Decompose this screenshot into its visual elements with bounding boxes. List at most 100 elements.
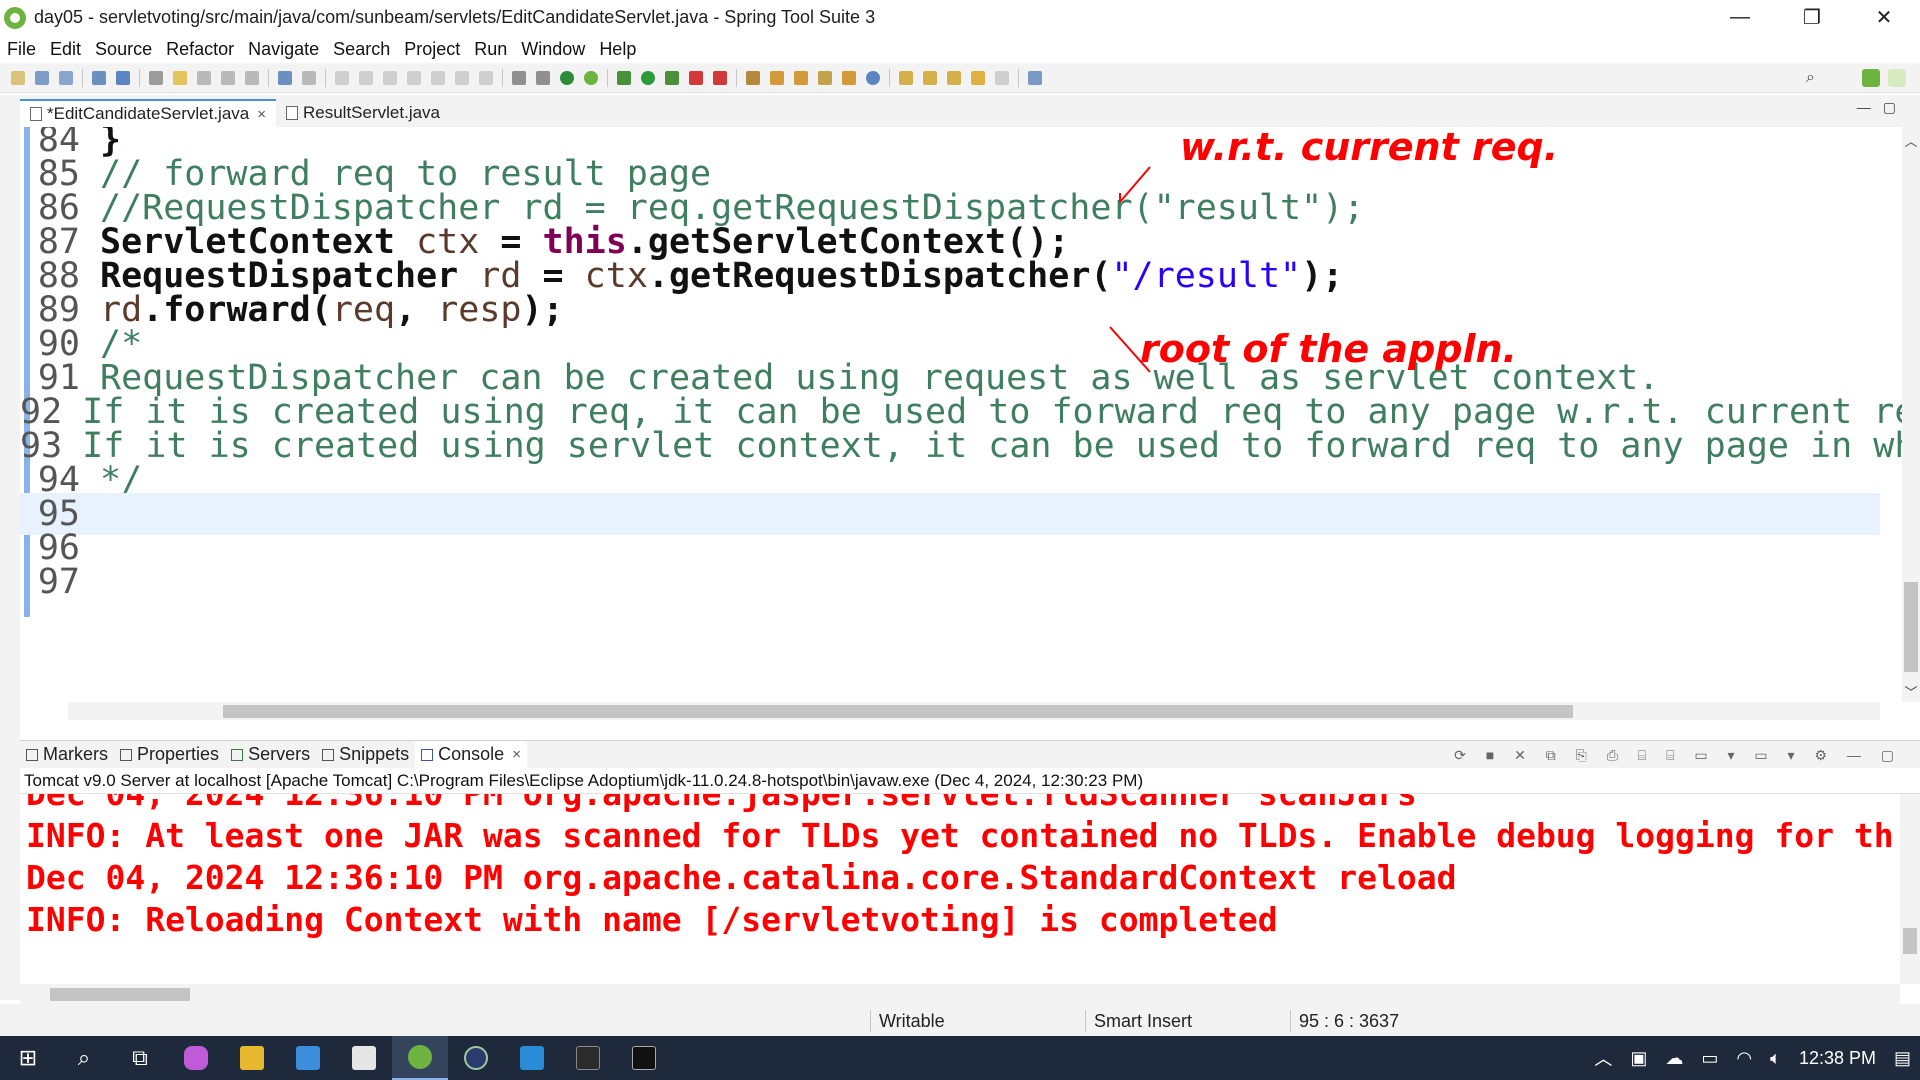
console-toolbar[interactable]: ⟳ ■ ✕ ⧉ ⎘ ⎙ ⌸ ⌸ ▭ ▾ ▭ ▾ ⚙ — ▢ <box>1454 747 1902 764</box>
toggle-mark-icon[interactable] <box>149 70 163 85</box>
scroll-up-icon[interactable]: ︿ <box>1902 131 1920 149</box>
search-icon[interactable]: ⌕ <box>56 1036 112 1080</box>
tools-icon[interactable] <box>536 70 550 85</box>
stop-icon[interactable] <box>689 70 703 85</box>
disconnect-icon[interactable] <box>407 70 421 85</box>
close-button[interactable]: ✕ <box>1848 0 1920 35</box>
eclipse-taskbar-icon[interactable] <box>448 1036 504 1080</box>
step-return-icon[interactable] <box>479 70 493 85</box>
pilcrow-icon[interactable] <box>245 70 259 85</box>
console-view-icon[interactable] <box>512 70 526 85</box>
step-over-icon[interactable] <box>455 70 469 85</box>
skip-breakpoints-icon[interactable] <box>302 70 316 85</box>
coverage-icon[interactable] <box>665 70 679 85</box>
save-icon[interactable] <box>35 70 49 85</box>
run-icon[interactable] <box>641 70 655 85</box>
battery-icon[interactable]: ▭ <box>1701 1048 1718 1069</box>
code-editor[interactable]: 84 } 85 // forward req to result page 86… <box>20 127 1920 702</box>
copilot-icon[interactable] <box>168 1036 224 1080</box>
scroll-thumb[interactable] <box>50 988 190 1001</box>
previous-annotation-icon[interactable] <box>923 70 937 85</box>
task-view-icon[interactable]: ⧉ <box>112 1036 168 1080</box>
step-into-icon[interactable] <box>431 70 445 85</box>
open-resource-icon[interactable] <box>842 70 856 85</box>
debug-icon[interactable] <box>617 70 631 85</box>
tab-console[interactable]: Console × <box>415 740 527 769</box>
tray-overflow-icon[interactable]: ︿ <box>1594 1045 1612 1071</box>
forward-icon[interactable] <box>995 70 1009 85</box>
tab-close-icon[interactable]: × <box>257 106 266 123</box>
terminal-icon[interactable] <box>278 70 292 85</box>
web-browser-icon[interactable] <box>866 70 880 85</box>
minimize-button[interactable]: — <box>1704 0 1776 35</box>
menu-refactor[interactable]: Refactor <box>159 39 241 60</box>
menu-edit[interactable]: Edit <box>43 39 88 60</box>
menu-search[interactable]: Search <box>326 39 397 60</box>
last-edit-icon[interactable] <box>947 70 961 85</box>
ide-app-icon[interactable] <box>280 1036 336 1080</box>
notifications-icon[interactable]: ▤ <box>1894 1048 1911 1069</box>
pin-editor-icon[interactable] <box>1028 70 1042 85</box>
new-project-icon[interactable] <box>92 70 106 85</box>
back-icon[interactable] <box>971 70 985 85</box>
editor-horizontal-scrollbar[interactable] <box>68 702 1880 720</box>
console-output[interactable]: Dec 04, 2024 12:36:10 PM org.apache.jasp… <box>20 794 1900 986</box>
block-select-icon[interactable] <box>197 70 211 85</box>
console-vertical-scrollbar[interactable] <box>1900 794 1920 984</box>
tab-snippets[interactable]: Snippets <box>316 741 415 769</box>
tab-markers[interactable]: Markers <box>20 741 114 769</box>
camera-icon[interactable]: ▣ <box>1630 1048 1647 1069</box>
open-type-icon[interactable] <box>770 70 784 85</box>
search-icon[interactable]: ⌕ <box>1806 69 1824 87</box>
new-java-class-icon[interactable] <box>746 70 760 85</box>
scroll-thumb[interactable] <box>223 705 1573 718</box>
menu-window[interactable]: Window <box>514 39 592 60</box>
suspend-icon[interactable] <box>359 70 373 85</box>
search-toolbar-icon[interactable] <box>818 70 832 85</box>
editor-vertical-scrollbar[interactable]: ︿ ﹀ <box>1902 127 1920 702</box>
onedrive-icon[interactable]: ☁ <box>1665 1048 1683 1069</box>
console-horizontal-scrollbar[interactable] <box>20 984 1900 1004</box>
notepad-app-icon[interactable] <box>336 1036 392 1080</box>
clock[interactable]: 12:38 PM <box>1799 1048 1876 1069</box>
spring-perspective-icon[interactable] <box>1862 69 1880 87</box>
spring-dashboard-icon[interactable] <box>584 70 598 85</box>
tab-properties[interactable]: Properties <box>114 741 225 769</box>
java-perspective-icon[interactable] <box>1888 69 1906 87</box>
save-all-icon[interactable] <box>59 70 73 85</box>
tab-edit-candidate-servlet[interactable]: *EditCandidateServlet.java × <box>20 99 276 127</box>
scroll-down-icon[interactable]: ﹀ <box>1902 682 1920 700</box>
scroll-thumb[interactable] <box>1904 582 1918 672</box>
whitespace-icon[interactable] <box>221 70 235 85</box>
windows-start-icon[interactable]: ⊞ <box>0 1036 56 1080</box>
menu-project[interactable]: Project <box>397 39 467 60</box>
volume-icon[interactable]: 🔈︎ <box>1770 1048 1781 1069</box>
scroll-thumb[interactable] <box>1903 928 1917 954</box>
screen-capture-taskbar-icon[interactable] <box>616 1036 672 1080</box>
vscode-taskbar-icon[interactable] <box>504 1036 560 1080</box>
menu-run[interactable]: Run <box>467 39 514 60</box>
menu-source[interactable]: Source <box>88 39 159 60</box>
tab-servers[interactable]: Servers <box>225 741 316 769</box>
toolbar-separator <box>607 68 608 87</box>
editor-view-controls[interactable]: —▢ <box>1857 99 1908 116</box>
menu-navigate[interactable]: Navigate <box>241 39 326 60</box>
file-explorer-icon[interactable] <box>224 1036 280 1080</box>
external-tools-icon[interactable] <box>713 70 727 85</box>
spring-boot-icon[interactable] <box>560 70 574 85</box>
spring-tool-suite-taskbar-icon[interactable] <box>392 1036 448 1080</box>
tab-result-servlet[interactable]: ResultServlet.java <box>276 99 450 127</box>
new-icon[interactable] <box>11 70 25 85</box>
new-server-icon[interactable] <box>116 70 130 85</box>
open-task-icon[interactable] <box>794 70 808 85</box>
highlight-icon[interactable] <box>173 70 187 85</box>
terminate-icon[interactable] <box>383 70 397 85</box>
menu-file[interactable]: File <box>0 39 43 60</box>
next-annotation-icon[interactable] <box>899 70 913 85</box>
menu-help[interactable]: Help <box>592 39 643 60</box>
terminal-taskbar-icon[interactable] <box>560 1036 616 1080</box>
resume-icon[interactable] <box>335 70 349 85</box>
restore-button[interactable]: ❐ <box>1776 0 1848 35</box>
wifi-icon[interactable]: ◠ <box>1736 1048 1752 1069</box>
tab-close-icon[interactable]: × <box>512 746 521 763</box>
